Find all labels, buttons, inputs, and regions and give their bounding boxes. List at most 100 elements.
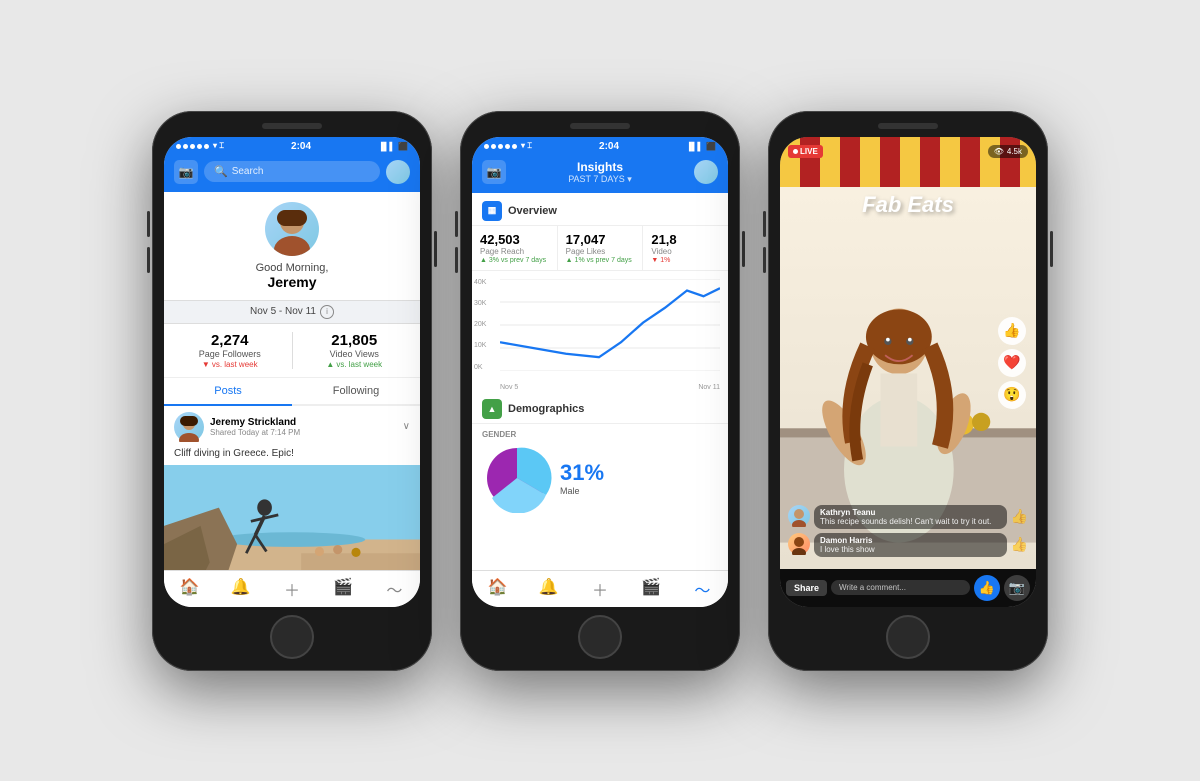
demographics-icon: ▲ [482, 399, 502, 419]
post-chevron-icon[interactable]: ∨ [403, 421, 410, 432]
nav-insights-1[interactable]: 〜 [369, 577, 420, 601]
search-placeholder: Search [232, 166, 264, 177]
comment-2: Damon Harris I love this show 👍 [788, 533, 1028, 557]
tab-following[interactable]: Following [292, 378, 420, 404]
comment-1-text: This recipe sounds delish! Can't wait to… [820, 517, 1001, 526]
viewers-count: 👁 4.5k [988, 145, 1028, 158]
comment-1-like-btn[interactable]: 👍 [1011, 508, 1028, 525]
nav-plus-2[interactable]: ＋ [574, 577, 625, 601]
reaction-heart[interactable]: ❤️ [998, 349, 1026, 377]
metric-likes-num: 17,047 [566, 232, 635, 247]
comment-2-like-btn[interactable]: 👍 [1011, 536, 1028, 553]
date-range-bar: Nov 5 - Nov 11 i [164, 300, 420, 324]
reactions-float: 👍 ❤️ 😲 [998, 317, 1026, 409]
phone-1: ▾ ⌶ 2:04 ▐▌▌ ⬛ 📷 🔍 Search [152, 111, 432, 671]
profile-name: Jeremy [267, 274, 316, 290]
phone-2-home-btn[interactable] [578, 615, 622, 659]
profile-avatar [265, 202, 319, 256]
phone-1-vol-dn [147, 247, 150, 273]
phone-3-vol-dn [763, 247, 766, 273]
status-time-1: 2:04 [291, 141, 311, 152]
chart-x-labels: Nov 5 Nov 11 [500, 384, 720, 391]
nav-store-2[interactable]: 🎬 [626, 577, 677, 601]
gender-chart-row: 31% Male [482, 443, 718, 513]
phone-3-screen: LIVE 👁 4.5k Fab Eats 👍 ❤️ 😲 [780, 137, 1036, 607]
nav-home-2[interactable]: 🏠 [472, 577, 523, 601]
gender-label: GENDER [482, 430, 718, 439]
nav-insights-2[interactable]: 〜 [677, 577, 728, 601]
metric-reach-change: ▲ 3% vs prev 7 days [480, 257, 549, 264]
gender-pie-chart [482, 443, 552, 513]
insights-subtitle[interactable]: PAST 7 DAYS ▾ [568, 174, 632, 185]
nav-store-1[interactable]: 🎬 [318, 577, 369, 601]
followers-label: Page Followers [199, 349, 261, 359]
post-header: Jeremy Strickland Shared Today at 7:14 P… [164, 406, 420, 448]
comment-2-avatar [788, 533, 810, 555]
live-label: LIVE [800, 147, 818, 156]
comment-1-author: Kathryn Teanu [820, 508, 1001, 517]
overview-icon: ▦ [482, 201, 502, 221]
views-change: ▲ vs. last week [326, 360, 382, 369]
phone-2-screen: ▾ ⌶ 2:04 ▐▌▌ ⬛ 📷 Insights PAST 7 DAYS ▾ [472, 137, 728, 607]
share-button[interactable]: Share [786, 580, 827, 596]
nav-home-1[interactable]: 🏠 [164, 577, 215, 601]
gender-pct: 31% [560, 460, 604, 486]
metric-video: 21,8 Video ▼ 1% [643, 226, 728, 270]
nav-bell-2[interactable]: 🔔 [523, 577, 574, 601]
live-screen: LIVE 👁 4.5k Fab Eats 👍 ❤️ 😲 [780, 137, 1036, 607]
insights-chart: 40K 30K 20K 10K 0K [472, 271, 728, 391]
tab-posts[interactable]: Posts [164, 378, 292, 406]
like-button-live[interactable]: 👍 [974, 575, 1000, 601]
post-caption: Cliff diving in Greece. Epic! [164, 448, 420, 465]
comments-overlay: Kathryn Teanu This recipe sounds delish!… [780, 501, 1036, 565]
comment-2-author: Damon Harris [820, 536, 1001, 545]
user-avatar-header-2[interactable] [694, 160, 718, 184]
comment-1-bubble: Kathryn Teanu This recipe sounds delish!… [814, 505, 1007, 529]
metric-page-likes: 17,047 Page Likes ▲ 1% vs prev 7 days [558, 226, 644, 270]
chart-y-labels: 40K 30K 20K 10K 0K [472, 279, 500, 371]
viewers-num: 4.5k [1007, 147, 1022, 156]
phone-3: LIVE 👁 4.5k Fab Eats 👍 ❤️ 😲 [768, 111, 1048, 671]
nav-plus-1[interactable]: ＋ [266, 577, 317, 601]
nav-bell-1[interactable]: 🔔 [215, 577, 266, 601]
info-icon[interactable]: i [320, 305, 334, 319]
bottom-nav-2: 🏠 🔔 ＋ 🎬 〜 [472, 570, 728, 607]
search-icon: 🔍 [214, 165, 228, 178]
down-arrow-icon: ▼ [202, 360, 210, 369]
phone-2-power [742, 231, 745, 267]
phone-1-power [434, 231, 437, 267]
date-range-text: Nov 5 - Nov 11 [250, 306, 316, 317]
phone-3-speaker [878, 123, 938, 129]
metric-video-label: Video [651, 247, 720, 256]
scene: ▾ ⌶ 2:04 ▐▌▌ ⬛ 📷 🔍 Search [112, 71, 1088, 711]
fb-header: 📷 🔍 Search [164, 156, 420, 192]
phone-1-home-btn[interactable] [270, 615, 314, 659]
metric-likes-change: ▲ 1% vs prev 7 days [566, 257, 635, 264]
overview-section-header: ▦ Overview [472, 193, 728, 226]
metric-video-num: 21,8 [651, 232, 720, 247]
overview-label: Overview [508, 205, 557, 217]
camera-icon-2[interactable]: 📷 [482, 160, 506, 184]
followers-change: ▼ vs. last week [202, 360, 258, 369]
comment-input[interactable]: Write a comment... [831, 580, 970, 595]
demographics-section-header: ▲ Demographics [472, 391, 728, 424]
post-meta: Shared Today at 7:14 PM [210, 428, 300, 437]
reaction-wow[interactable]: 😲 [998, 381, 1026, 409]
phone-1-status-bar: ▾ ⌶ 2:04 ▐▌▌ ⬛ [164, 137, 420, 156]
comment-2-bubble: Damon Harris I love this show [814, 533, 1007, 557]
camera-button-live[interactable]: 📷 [1004, 575, 1030, 601]
user-avatar-header[interactable] [386, 160, 410, 184]
insights-title-text: Insights [568, 160, 632, 174]
views-stat: 21,805 Video Views ▲ vs. last week [301, 332, 409, 369]
camera-icon[interactable]: 📷 [174, 160, 198, 184]
phone-3-home-btn[interactable] [886, 615, 930, 659]
bottom-nav-1: 🏠 🔔 ＋ 🎬 〜 [164, 570, 420, 607]
live-bottom-bar: Share Write a comment... 👍 📷 [780, 569, 1036, 607]
phone-2-vol-up [455, 211, 458, 237]
followers-stat: 2,274 Page Followers ▼ vs. last week [176, 332, 284, 369]
search-bar[interactable]: 🔍 Search [204, 161, 380, 182]
phone-3-vol-up [763, 211, 766, 237]
reaction-like[interactable]: 👍 [998, 317, 1026, 345]
metrics-row: 42,503 Page Reach ▲ 3% vs prev 7 days 17… [472, 226, 728, 271]
comment-1: Kathryn Teanu This recipe sounds delish!… [788, 505, 1028, 529]
